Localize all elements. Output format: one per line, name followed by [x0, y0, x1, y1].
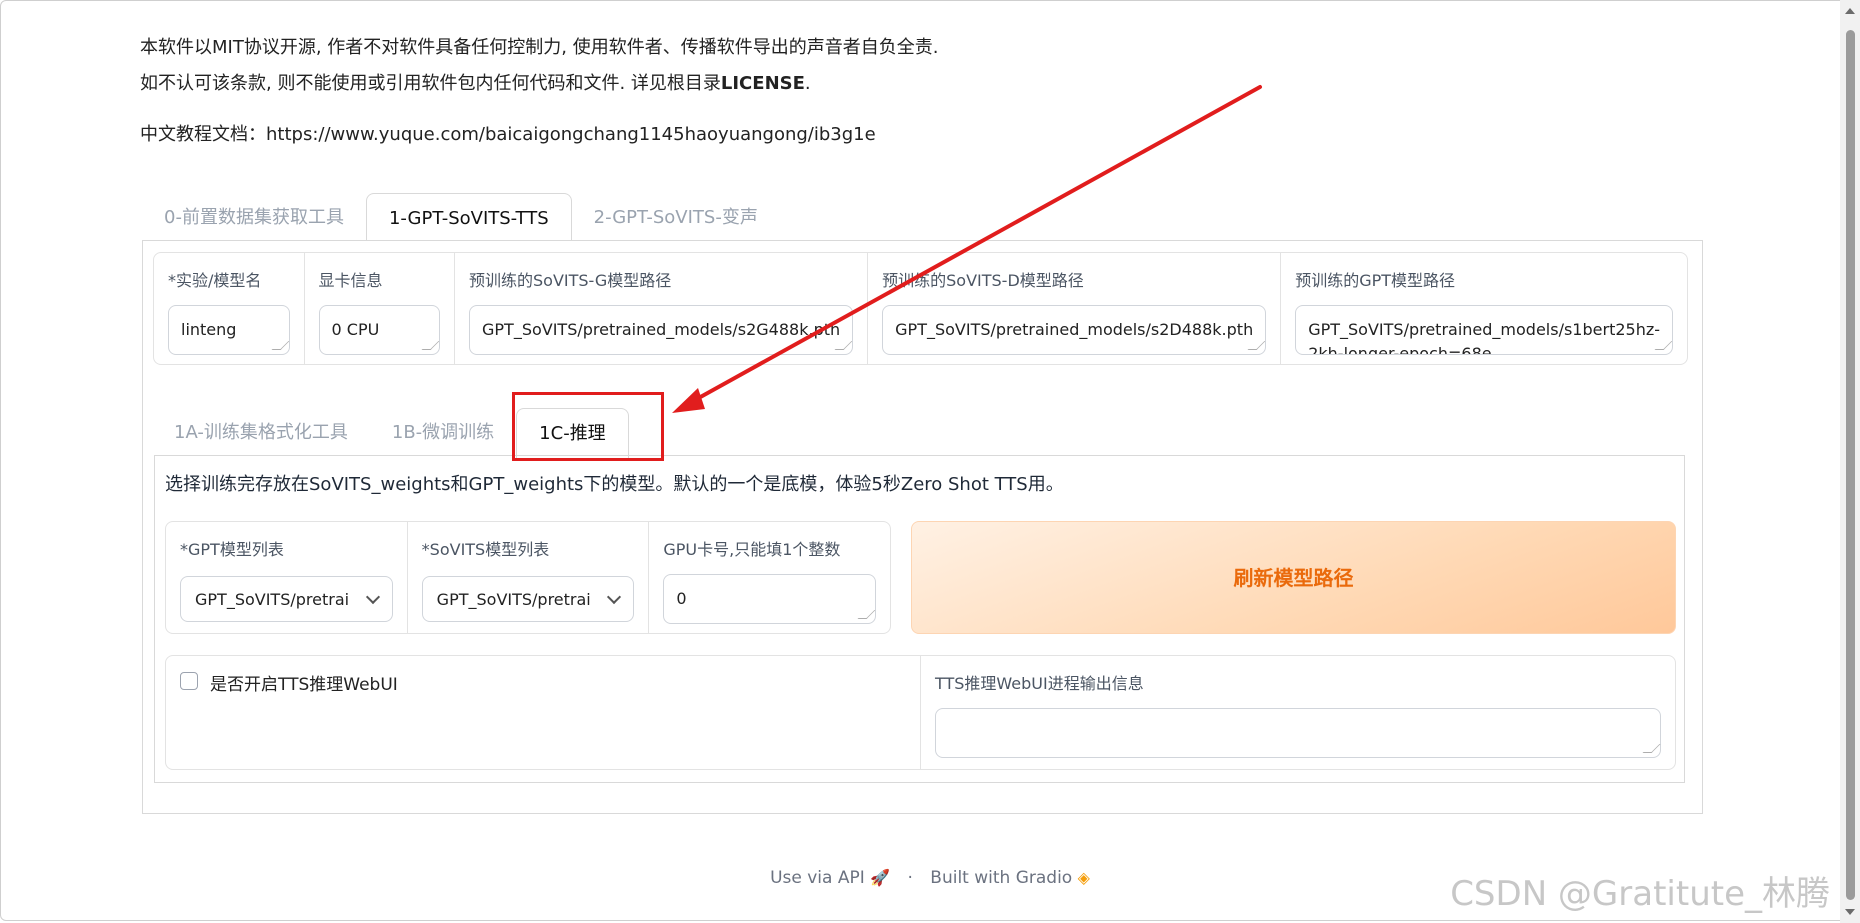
sovits-model-dropdown[interactable]: GPT_SoVITS/pretrai [421, 576, 635, 622]
gradio-logo-icon: ◈ [1077, 868, 1090, 887]
resize-grip-icon[interactable] [857, 610, 876, 619]
gpu-number-field: GPU卡号,只能填1个整数 0 [649, 522, 890, 633]
license-line-2-text: 如不认可该条款, 则不能使用或引用软件包内任何代码和文件. 详见根目录 [140, 73, 721, 94]
footer-separator: · [907, 868, 913, 888]
tts-webui-output-field: TTS推理WebUI进程输出信息 [921, 656, 1675, 769]
tutorial-doc-link[interactable]: https://www.yuque.com/baicaigongchang114… [266, 124, 876, 145]
sovits-g-path-value: GPT_SoVITS/pretrained_models/s2G488k.pth [482, 320, 841, 339]
tutorial-doc-line: 中文教程文档：https://www.yuque.com/baicaigongc… [140, 120, 876, 146]
gpu-info-field: 显卡信息 0 CPU [305, 253, 455, 364]
vertical-scrollbar[interactable] [1840, 0, 1860, 923]
gpu-number-input[interactable]: 0 [663, 574, 877, 624]
tab-dataset-tools[interactable]: 0-前置数据集获取工具 [142, 193, 366, 241]
tutorial-doc-label: 中文教程文档： [140, 124, 266, 145]
resize-grip-icon[interactable] [1247, 341, 1266, 350]
resize-grip-icon[interactable] [271, 341, 289, 350]
inference-description: 选择训练完存放在SoVITS_weights和GPT_weights下的模型。默… [165, 474, 1064, 495]
resize-grip-icon[interactable] [421, 341, 440, 350]
tab-gpt-sovits-tts[interactable]: 1-GPT-SoVITS-TTS [365, 193, 572, 242]
gpu-number-label: GPU卡号,只能填1个整数 [663, 540, 841, 559]
license-line-2: 如不认可该条款, 则不能使用或引用软件包内任何代码和文件. 详见根目录LICEN… [140, 66, 938, 102]
sovits-g-path-field: 预训练的SoVITS-G模型路径 GPT_SoVITS/pretrained_m… [455, 253, 869, 364]
gpu-number-value: 0 [676, 589, 687, 608]
license-line-1: 本软件以MIT协议开源, 作者不对软件具备任何控制力, 使用软件者、传播软件导出… [140, 37, 939, 58]
gpt-model-selected: GPT_SoVITS/pretrai [195, 589, 350, 609]
model-config-row: *实验/模型名 linteng 显卡信息 0 CPU 预训练的SoVITS-G模… [153, 252, 1688, 365]
tts-webui-group: 是否开启TTS推理WebUI TTS推理WebUI进程输出信息 [165, 655, 1676, 770]
scroll-up-icon[interactable] [1845, 8, 1855, 14]
gpt-path-value: GPT_SoVITS/pretrained_models/s1bert25hz-… [1308, 320, 1661, 355]
tts-webui-checkbox[interactable] [180, 672, 198, 690]
tab-dataset-format[interactable]: 1A-训练集格式化工具 [152, 408, 370, 458]
sovits-d-path-value: GPT_SoVITS/pretrained_models/s2D488k.pth [895, 320, 1254, 339]
sovits-d-path-input[interactable]: GPT_SoVITS/pretrained_models/s2D488k.pth [882, 305, 1267, 355]
sovits-model-list-label: *SoVITS模型列表 [421, 540, 550, 559]
annotation-highlight-box [512, 392, 664, 461]
sovits-g-path-label: 预训练的SoVITS-G模型路径 [469, 271, 672, 290]
built-with-gradio-link[interactable]: Built with Gradio [930, 868, 1072, 888]
rocket-icon: 🚀 [870, 868, 891, 887]
model-select-group: *GPT模型列表 GPT_SoVITS/pretrai *SoVITS模型列表 … [165, 521, 891, 634]
gpt-model-list-label: *GPT模型列表 [180, 540, 284, 559]
tts-webui-output-label: TTS推理WebUI进程输出信息 [935, 674, 1144, 693]
experiment-name-field: *实验/模型名 linteng [154, 253, 305, 364]
license-file-name: LICENSE [720, 73, 805, 94]
experiment-name-label: *实验/模型名 [168, 271, 262, 290]
gpt-model-dropdown[interactable]: GPT_SoVITS/pretrai [180, 576, 393, 622]
refresh-model-paths-button[interactable]: 刷新模型路径 [911, 521, 1676, 634]
tts-webui-checkbox-label[interactable]: 是否开启TTS推理WebUI [210, 670, 398, 695]
resize-grip-icon[interactable] [1642, 744, 1661, 753]
top-tab-bar: 0-前置数据集获取工具 1-GPT-SoVITS-TTS 2-GPT-SoVIT… [142, 193, 780, 242]
chevron-down-icon [607, 589, 622, 605]
use-via-api-link[interactable]: Use via API [770, 868, 865, 888]
tts-webui-toggle: 是否开启TTS推理WebUI [166, 656, 921, 769]
resize-grip-icon[interactable] [834, 341, 853, 350]
scroll-down-icon[interactable] [1845, 909, 1855, 915]
csdn-watermark: CSDN @Gratitute_林腾 [1450, 874, 1830, 914]
gpt-path-field: 预训练的GPT模型路径 GPT_SoVITS/pretrained_models… [1281, 253, 1687, 364]
gpu-info-input[interactable]: 0 CPU [318, 305, 440, 355]
license-line-2-end: . [804, 73, 811, 94]
sovits-model-list-field: *SoVITS模型列表 GPT_SoVITS/pretrai [408, 522, 650, 633]
experiment-name-input[interactable]: linteng [168, 305, 290, 355]
gpt-path-label: 预训练的GPT模型路径 [1295, 271, 1456, 290]
sovits-d-path-label: 预训练的SoVITS-D模型路径 [882, 271, 1084, 290]
tab-finetune[interactable]: 1B-微调训练 [370, 408, 516, 458]
gpt-model-list-field: *GPT模型列表 GPT_SoVITS/pretrai [166, 522, 408, 633]
tab-voice-change[interactable]: 2-GPT-SoVITS-变声 [572, 193, 780, 241]
tts-webui-output-box[interactable] [935, 708, 1661, 758]
gpt-path-input[interactable]: GPT_SoVITS/pretrained_models/s1bert25hz-… [1295, 305, 1674, 355]
sovits-model-selected: GPT_SoVITS/pretrai [436, 589, 591, 609]
license-notice: 本软件以MIT协议开源, 作者不对软件具备任何控制力, 使用软件者、传播软件导出… [140, 30, 938, 102]
chevron-down-icon [365, 589, 380, 605]
gpu-info-value: 0 CPU [331, 320, 380, 339]
resize-grip-icon[interactable] [1654, 341, 1673, 350]
scrollbar-thumb[interactable] [1846, 30, 1855, 900]
sovits-d-path-field: 预训练的SoVITS-D模型路径 GPT_SoVITS/pretrained_m… [868, 253, 1282, 364]
experiment-name-value: linteng [181, 320, 237, 339]
sovits-g-path-input[interactable]: GPT_SoVITS/pretrained_models/s2G488k.pth [469, 305, 854, 355]
gpu-info-label: 显卡信息 [318, 271, 383, 290]
